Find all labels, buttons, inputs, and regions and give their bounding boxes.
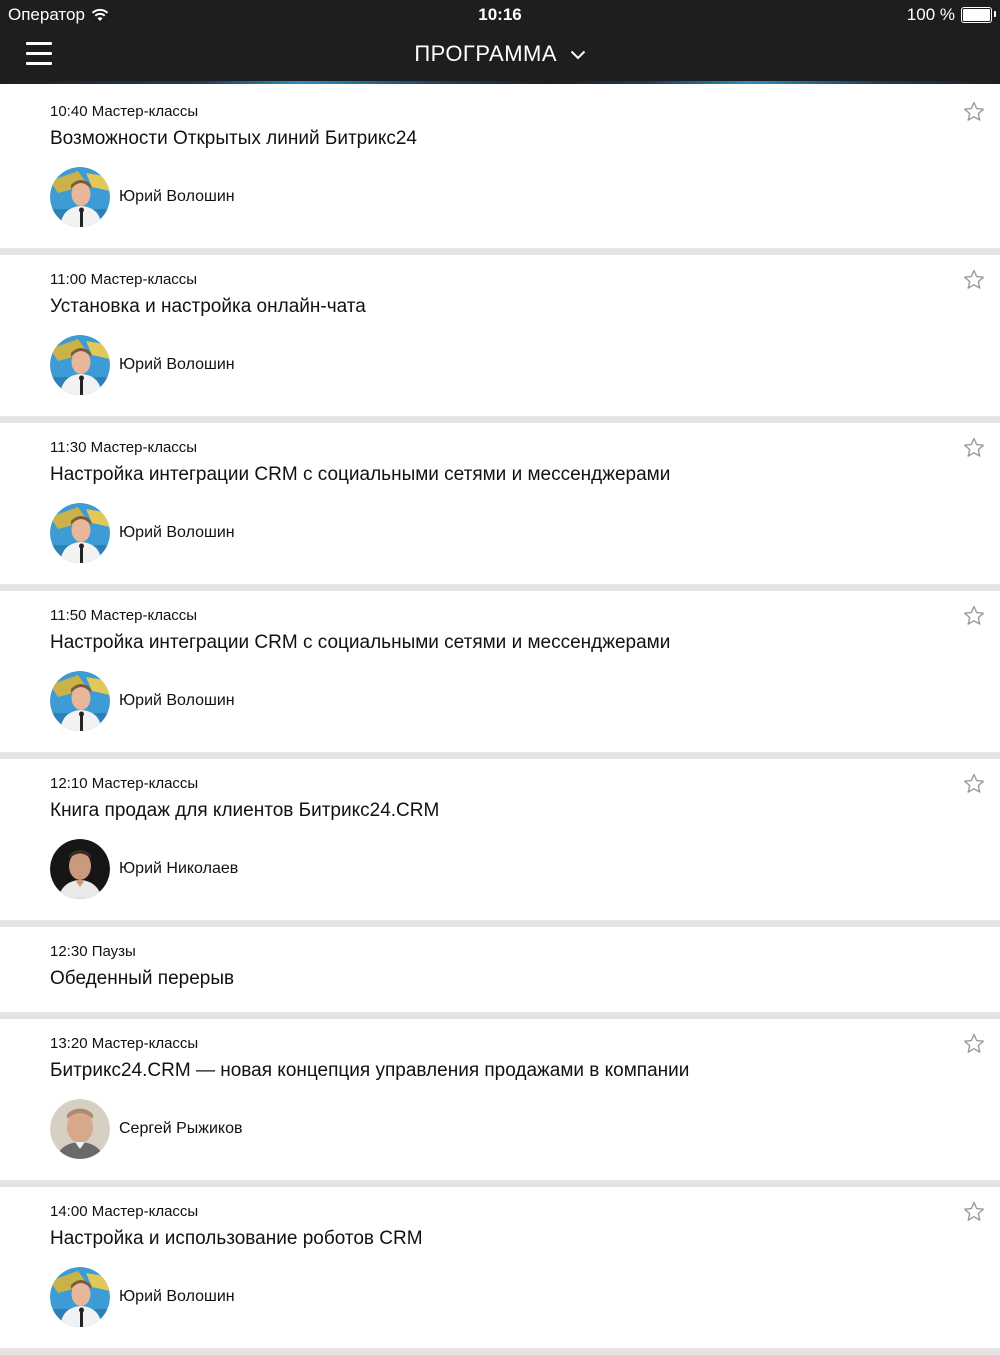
page-title: ПРОГРАММА xyxy=(414,41,558,66)
session-item[interactable]: 14:00 Мастер-классы Настройка и использов… xyxy=(0,1187,1000,1348)
list-separator xyxy=(0,248,1000,255)
speaker-link[interactable]: Юрий Волошин xyxy=(50,503,235,563)
nav-bar: ПРОГРАММА xyxy=(0,30,1000,84)
session-title: Возможности Открытых линий Битрикс24 xyxy=(50,128,417,149)
list-separator xyxy=(0,920,1000,927)
battery-group: 100 % xyxy=(906,5,996,25)
session-time-category: 11:00 Мастер-классы xyxy=(50,271,198,288)
speaker-link[interactable]: Юрий Волошин xyxy=(50,167,235,227)
session-time-category: 10:40 Мастер-классы xyxy=(50,103,199,120)
session-title: Настройка интеграции CRM с социальными с… xyxy=(50,632,671,653)
session-time-category: 12:10 Мастер-классы xyxy=(50,775,199,792)
speaker-link[interactable]: Юрий Николаев xyxy=(50,839,238,899)
favorite-star-icon[interactable] xyxy=(962,604,986,628)
session-time-category: 11:50 Мастер-классы xyxy=(50,607,198,624)
favorite-star-icon[interactable] xyxy=(962,1032,986,1056)
session-item[interactable]: 11:50 Мастер-классы Настройка интеграции … xyxy=(0,591,1000,752)
session-item[interactable]: 12:30 Паузы Обеденный перерыв xyxy=(0,927,1000,1012)
favorite-star-icon[interactable] xyxy=(962,1200,986,1224)
speaker-avatar xyxy=(50,839,110,899)
list-separator xyxy=(0,1348,1000,1355)
battery-icon xyxy=(961,7,996,23)
favorite-star-icon[interactable] xyxy=(962,436,986,460)
session-item[interactable]: 11:00 Мастер-классы Установка и настройка… xyxy=(0,255,1000,416)
speaker-name: Юрий Волошин xyxy=(119,524,235,541)
speaker-avatar xyxy=(50,1267,110,1327)
list-separator xyxy=(0,752,1000,759)
speaker-name: Юрий Николаев xyxy=(119,860,239,877)
favorite-star-icon[interactable] xyxy=(962,100,986,124)
clock: 10:16 xyxy=(478,5,522,24)
nav-accent-line xyxy=(0,81,1000,84)
list-separator xyxy=(0,584,1000,591)
speaker-avatar xyxy=(50,503,110,563)
battery-percent: 100 % xyxy=(906,5,955,24)
session-item[interactable]: 13:20 Мастер-классы Битрикс24.CRM — новая… xyxy=(0,1019,1000,1180)
speaker-avatar xyxy=(50,167,110,227)
list-separator xyxy=(0,1180,1000,1187)
session-time-category: 13:20 Мастер-классы xyxy=(50,1035,199,1052)
session-title: Книга продаж для клиентов Битрикс24.CRM xyxy=(50,800,440,821)
session-time-category: 11:30 Мастер-классы xyxy=(50,439,198,456)
speaker-name: Юрий Волошин xyxy=(119,188,235,205)
favorite-star-icon[interactable] xyxy=(962,268,986,292)
favorite-star-icon[interactable] xyxy=(962,772,986,796)
session-item[interactable]: 11:30 Мастер-классы Настройка интеграции … xyxy=(0,423,1000,584)
speaker-avatar xyxy=(50,1099,110,1159)
session-title: Настройка интеграции CRM с социальными с… xyxy=(50,464,671,485)
session-item[interactable]: 10:40 Мастер-классы Возможности Открытых … xyxy=(0,87,1000,248)
session-title: Установка и настройка онлайн-чата xyxy=(50,296,366,317)
speaker-link[interactable]: Сергей Рыжиков xyxy=(50,1099,243,1159)
speaker-link[interactable]: Юрий Волошин xyxy=(50,1267,235,1327)
speaker-name: Юрий Волошин xyxy=(119,356,235,373)
speaker-link[interactable]: Юрий Волошин xyxy=(50,671,235,731)
speaker-avatar xyxy=(50,671,110,731)
chevron-down-icon xyxy=(570,50,585,60)
session-title: Обеденный перерыв xyxy=(50,968,235,989)
list-separator xyxy=(0,1012,1000,1019)
speaker-name: Сергей Рыжиков xyxy=(119,1120,243,1137)
speaker-link[interactable]: Юрий Волошин xyxy=(50,335,235,395)
speaker-avatar xyxy=(50,335,110,395)
session-item[interactable]: 12:10 Мастер-классы Книга продаж для клие… xyxy=(0,759,1000,920)
session-list: 10:40 Мастер-классы Возможности Открытых … xyxy=(0,87,1000,1355)
speaker-name: Юрий Волошин xyxy=(119,1288,235,1305)
session-title: Настройка и использование роботов CRM xyxy=(50,1228,423,1249)
session-time-category: 12:30 Паузы xyxy=(50,943,136,960)
status-bar: Оператор 10:16 100 % xyxy=(0,0,1000,30)
program-dropdown[interactable]: ПРОГРАММА xyxy=(0,41,1000,67)
list-separator xyxy=(0,416,1000,423)
session-title: Битрикс24.CRM — новая концепция управлен… xyxy=(50,1060,690,1081)
session-time-category: 14:00 Мастер-классы xyxy=(50,1203,199,1220)
speaker-name: Юрий Волошин xyxy=(119,692,235,709)
